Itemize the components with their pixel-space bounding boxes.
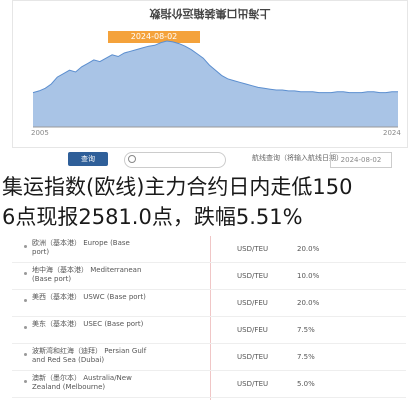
date-field[interactable]: 2024-08-02 (330, 152, 392, 168)
route-unit: USD/FEU (237, 326, 268, 334)
table-row: 地中海（基本港） Mediterranean (Base port) USD/TE… (12, 263, 406, 290)
chart-area (33, 41, 398, 127)
row-bullet (24, 326, 27, 329)
search-input[interactable] (124, 152, 226, 168)
route-unit: USD/TEU (237, 380, 269, 388)
x-tick-left: 2005 (31, 129, 49, 137)
x-tick-right: 2024 (383, 129, 401, 137)
route-weight: 20.0% (297, 299, 320, 307)
table-row: 澳新（墨尔本） Australia/New Zealand (Melbourne… (12, 371, 406, 398)
route-weight: 5.0% (297, 380, 315, 388)
chart-panel: 上海出口集装箱运价指数 2024-08-02 2005 2024 (12, 0, 408, 148)
search-icon (128, 155, 136, 163)
row-bullet (24, 299, 27, 302)
table-row: 欧洲（基本港） Europe (Base port) USD/TEU 20.0% (12, 236, 406, 263)
search-bar: 查询 航线查询（将输入航线日期） 2024-08-02 (12, 150, 406, 170)
row-bullet (24, 380, 27, 383)
table-row: 波斯湾和红海（迪拜） Persian Gulf and Red Sea (Dub… (12, 344, 406, 371)
row-bullet (24, 245, 27, 248)
route-unit: USD/TEU (237, 245, 269, 253)
row-bullet (24, 272, 27, 275)
route-weight: 7.5% (297, 326, 315, 334)
route-name: 美东（基本港） USEC (Base port) (32, 320, 144, 328)
row-bullet (24, 353, 27, 356)
headline-line-1: 集运指数(欧线)主力合约日内走低150 (2, 175, 353, 199)
index-area-chart (32, 40, 398, 128)
table-row: 美西（基本港） USWC (Base port) USD/FEU 20.0% (12, 290, 406, 317)
route-unit: USD/TEU (237, 353, 269, 361)
route-name: 美西（基本港） USWC (Base port) (32, 293, 146, 301)
search-button[interactable]: 查询 (68, 152, 108, 166)
route-weight: 7.5% (297, 353, 315, 361)
route-table: 欧洲（基本港） Europe (Base port) USD/TEU 20.0% 地中… (12, 236, 406, 398)
table-row: 美东（基本港） USEC (Base port) USD/FEU 7.5% (12, 317, 406, 344)
route-name: 地中海（基本港） Mediterranean (Base port) (32, 266, 142, 283)
route-name: 波斯湾和红海（迪拜） Persian Gulf and Red Sea (Dub… (32, 347, 147, 364)
route-weight: 20.0% (297, 245, 320, 253)
news-headline: 集运指数(欧线)主力合约日内走低150 6点现报2581.0点，跌幅5.51% (0, 172, 417, 232)
headline-line-2: 6点现报2581.0点，跌幅5.51% (2, 205, 303, 229)
route-unit: USD/FEU (237, 299, 268, 307)
route-unit: USD/TEU (237, 272, 269, 280)
route-name: 欧洲（基本港） Europe (Base port) (32, 239, 130, 256)
route-weight: 10.0% (297, 272, 320, 280)
route-name: 澳新（墨尔本） Australia/New Zealand (Melbourne… (32, 374, 132, 391)
